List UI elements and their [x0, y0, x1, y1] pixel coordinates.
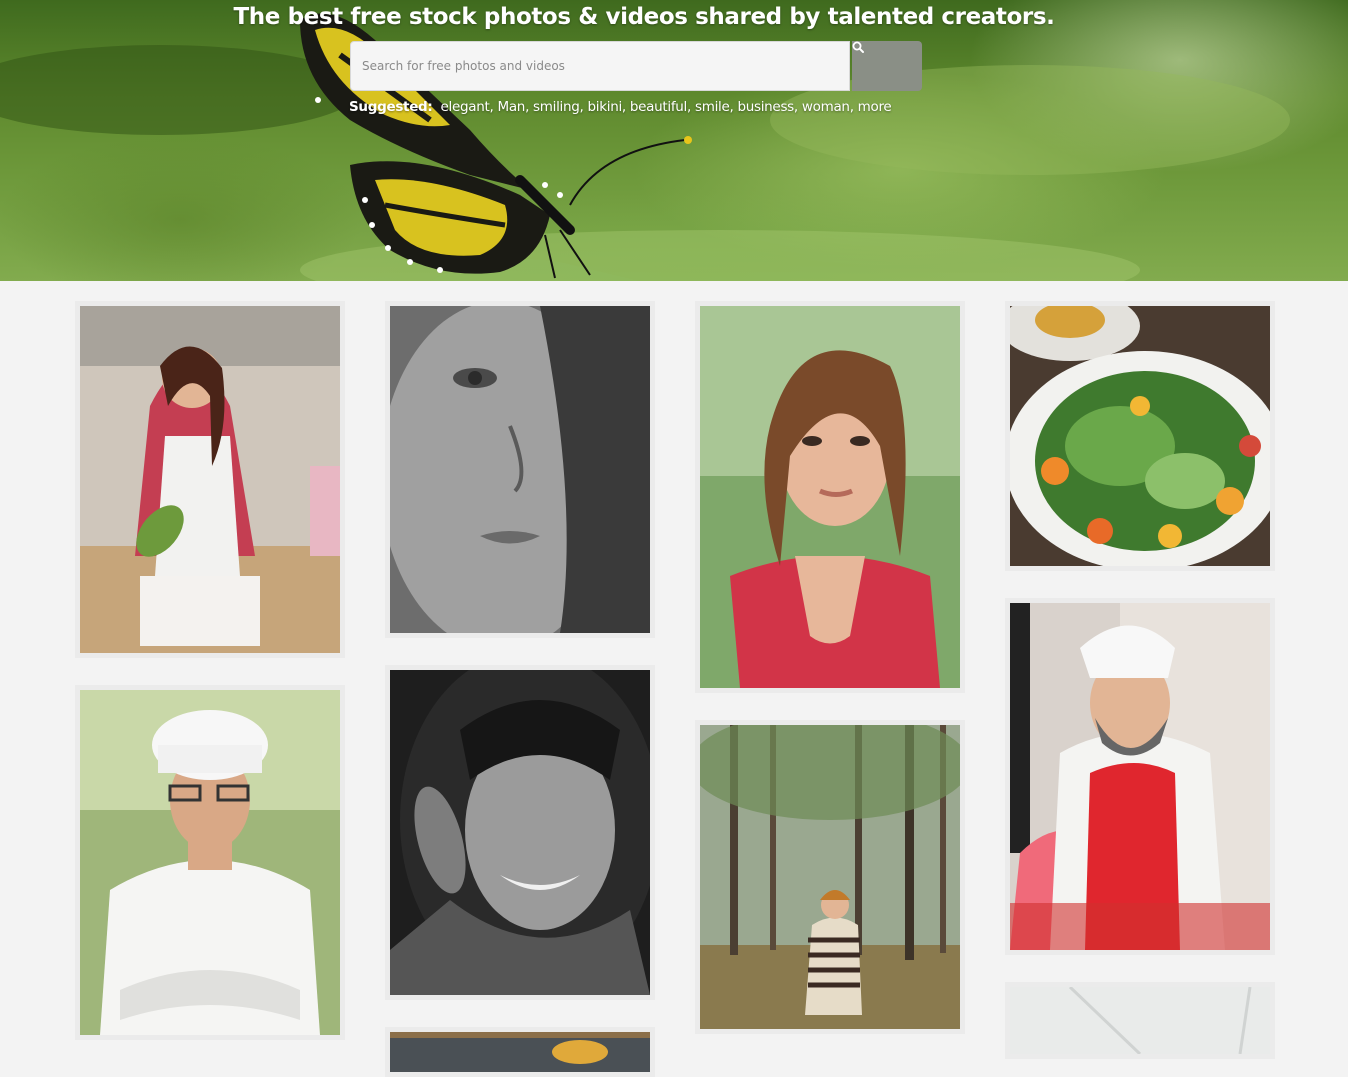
tag-bikini[interactable]: bikini: [588, 99, 623, 115]
tag-more[interactable]: more: [858, 99, 892, 115]
photo-card-chef-arms-crossed[interactable]: [75, 685, 345, 1040]
photo-woman-in-forest: [700, 725, 960, 1029]
photo-card-woman-baking-cake[interactable]: [75, 301, 345, 658]
suggested-tags: Suggested: elegant, Man, smiling, bikini…: [349, 99, 892, 115]
tag-woman[interactable]: woman: [802, 99, 850, 115]
hero-banner: The best free stock photos & videos shar…: [0, 0, 1348, 281]
photo-salad-plate: [1010, 306, 1270, 566]
photo-card-woman-red-dress-portrait[interactable]: [695, 301, 965, 693]
photo-card-food-bowl-partial[interactable]: [385, 1027, 655, 1077]
tag-beautiful[interactable]: beautiful: [630, 99, 687, 115]
tag-elegant[interactable]: elegant: [441, 99, 490, 115]
search-input[interactable]: [350, 41, 850, 91]
photo-card-bw-woman-smiling[interactable]: [385, 665, 655, 1000]
tag-smile[interactable]: smile: [695, 99, 730, 115]
photo-woman-baking-cake: [80, 306, 340, 653]
photo-bw-woman-face-closeup: [390, 306, 650, 633]
photo-card-chef-red-apron[interactable]: [1005, 598, 1275, 955]
suggested-label: Suggested:: [349, 99, 433, 115]
tag-business[interactable]: business: [737, 99, 794, 115]
photo-card-woman-in-forest[interactable]: [695, 720, 965, 1034]
photo-card-salad-plate[interactable]: [1005, 301, 1275, 571]
tag-man[interactable]: Man: [497, 99, 525, 115]
photo-chef-red-apron: [1010, 603, 1270, 950]
photo-woman-red-dress-portrait: [700, 306, 960, 688]
photo-card-bw-woman-face-closeup[interactable]: [385, 301, 655, 638]
photo-card-white-ceiling-partial[interactable]: [1005, 982, 1275, 1059]
hero-title: The best free stock photos & videos shar…: [233, 4, 1055, 30]
photo-white-ceiling-partial: [1010, 987, 1270, 1054]
photo-food-bowl-partial: [390, 1032, 650, 1072]
tag-smiling[interactable]: smiling: [533, 99, 580, 115]
search-button[interactable]: [852, 41, 922, 91]
photo-bw-woman-smiling: [390, 670, 650, 995]
search-icon: [852, 41, 864, 53]
photo-chef-arms-crossed: [80, 690, 340, 1035]
